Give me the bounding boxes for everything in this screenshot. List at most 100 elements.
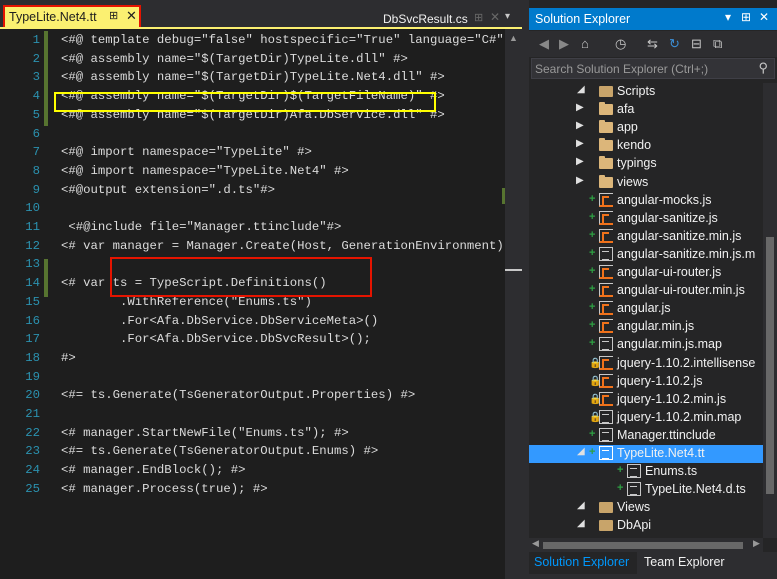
code-text[interactable]: <# var manager = Manager.Create(Host, Ge… <box>61 237 533 256</box>
code-text[interactable]: <#= ts.Generate(TsGeneratorOutput.Enums)… <box>61 442 378 461</box>
code-line[interactable]: 18 #> <box>0 349 505 368</box>
close-icon[interactable]: ✕ <box>490 10 500 24</box>
code-text[interactable]: <#@ import namespace="TypeLite.Net4" #> <box>61 162 349 181</box>
tree-item[interactable]: + angular-mocks.js <box>529 192 763 210</box>
code-line[interactable]: 16 .For<Afa.DbService.DbServiceMeta>() <box>0 312 505 331</box>
code-text[interactable]: <# manager.Process(true); #> <box>61 480 268 499</box>
pin-icon[interactable]: ⊞ <box>474 11 483 24</box>
scroll-thumb[interactable] <box>543 542 743 549</box>
code-line[interactable]: 11 <#@include file="Manager.ttinclude"#> <box>0 218 505 237</box>
code-text[interactable]: <#@ import namespace="TypeLite" #> <box>61 143 312 162</box>
code-line[interactable]: 22 <# manager.StartNewFile("Enums.ts"); #… <box>0 424 505 443</box>
code-line[interactable]: 10 <box>0 199 505 218</box>
tab-solution-explorer[interactable]: Solution Explorer <box>529 552 637 574</box>
expand-icon[interactable]: ▶ <box>576 102 588 113</box>
sync-icon[interactable]: ⇆ <box>647 36 658 52</box>
tree-item[interactable]: + TypeLite.Net4.d.ts <box>529 481 763 499</box>
tree-item[interactable]: + Manager.ttinclude <box>529 427 763 445</box>
scroll-left-icon[interactable]: ◀ <box>532 538 539 549</box>
editor-vertical-scrollbar[interactable]: ▲ <box>505 29 522 579</box>
solution-search-box[interactable]: ⚲ <box>531 58 775 79</box>
back-icon[interactable]: ◀ <box>539 36 549 52</box>
code-text[interactable]: <#@include file="Manager.ttinclude"#> <box>61 218 341 237</box>
tree-item[interactable]: ◢ + TypeLite.Net4.tt <box>529 445 763 463</box>
code-text[interactable]: <#= ts.Generate(TsGeneratorOutput.Proper… <box>61 386 415 405</box>
code-line[interactable]: 21 <box>0 405 505 424</box>
tree-item[interactable]: + angular-ui-router.js <box>529 264 763 282</box>
tree-item[interactable]: + angular-sanitize.js <box>529 210 763 228</box>
tab-team-explorer[interactable]: Team Explorer <box>639 552 730 574</box>
expand-icon[interactable]: ▶ <box>576 120 588 131</box>
tree-item[interactable]: ◢ DbApi <box>529 517 763 535</box>
expand-icon[interactable]: ▶ <box>576 175 588 186</box>
code-line[interactable]: 25 <# manager.Process(true); #> <box>0 480 505 499</box>
home-icon[interactable]: ⌂ <box>581 36 589 51</box>
code-text[interactable]: <# manager.EndBlock(); #> <box>61 461 245 480</box>
code-text[interactable]: <# manager.StartNewFile("Enums.ts"); #> <box>61 424 349 443</box>
tree-item[interactable]: + angular-sanitize.min.js.m <box>529 246 763 264</box>
code-line[interactable]: 17 .For<Afa.DbService.DbSvcResult>(); <box>0 330 505 349</box>
code-line[interactable]: 12 <# var manager = Manager.Create(Host, … <box>0 237 533 256</box>
tree-vertical-scrollbar[interactable] <box>763 83 777 538</box>
collapse-icon[interactable]: ◢ <box>577 84 589 95</box>
code-line[interactable]: 23 <#= ts.Generate(TsGeneratorOutput.Enum… <box>0 442 505 461</box>
scroll-right-icon[interactable]: ▶ <box>753 538 760 549</box>
code-text[interactable]: #> <box>61 349 76 368</box>
code-line[interactable]: 6 <box>0 125 505 144</box>
code-text[interactable]: <#@output extension=".d.ts"#> <box>61 181 275 200</box>
pane-splitter[interactable] <box>522 0 529 579</box>
expand-icon[interactable]: ▶ <box>576 138 588 149</box>
code-line[interactable]: 19 <box>0 368 505 387</box>
search-input[interactable] <box>535 62 735 76</box>
expand-icon[interactable]: ▶ <box>576 156 588 167</box>
code-line[interactable]: 9 <#@output extension=".d.ts"#> <box>0 181 505 200</box>
search-icon[interactable]: ⚲ <box>758 60 768 76</box>
tree-item[interactable]: + angular-ui-router.min.js <box>529 282 763 300</box>
tree-item[interactable]: ▶ kendo <box>529 137 763 155</box>
refresh-icon[interactable]: ↻ <box>669 36 680 52</box>
tree-horizontal-scrollbar[interactable]: ◀ ▶ <box>529 538 763 552</box>
tree-item[interactable]: + angular.min.js <box>529 318 763 336</box>
close-icon[interactable]: ✕ <box>759 10 769 24</box>
code-line[interactable]: 8 <#@ import namespace="TypeLite.Net4" #> <box>0 162 505 181</box>
code-text[interactable]: <#@ template debug="false" hostspecific=… <box>61 31 526 50</box>
pin-icon[interactable]: ⊞ <box>109 9 118 22</box>
code-line[interactable]: 24 <# manager.EndBlock(); #> <box>0 461 505 480</box>
code-text[interactable]: <#@ assembly name="$(TargetDir)TypeLite.… <box>61 68 445 87</box>
tree-item[interactable]: ▶ views <box>529 174 763 192</box>
collapse-icon[interactable]: ◢ <box>577 500 589 511</box>
code-line[interactable]: 3 <#@ assembly name="$(TargetDir)TypeLite… <box>0 68 505 87</box>
dropdown-icon[interactable]: ▾ <box>725 10 731 24</box>
tree-item[interactable]: ▶ afa <box>529 101 763 119</box>
collapse-all-icon[interactable]: ⊟ <box>691 36 702 52</box>
collapse-icon[interactable]: ◢ <box>577 518 589 529</box>
code-text[interactable]: .For<Afa.DbService.DbServiceMeta>() <box>61 312 378 331</box>
code-text[interactable]: <#@ assembly name="$(TargetDir)TypeLite.… <box>61 50 408 69</box>
scroll-thumb[interactable] <box>766 237 774 494</box>
tree-item[interactable]: ▶ typings <box>529 155 763 173</box>
show-all-files-icon[interactable]: ⧉ <box>713 36 722 52</box>
pin-icon[interactable]: ⊞ <box>741 10 751 24</box>
scroll-thumb[interactable] <box>505 269 522 271</box>
tree-item[interactable]: 🔒 jquery-1.10.2.min.map <box>529 409 763 427</box>
tree-item[interactable]: + angular.js <box>529 300 763 318</box>
history-icon[interactable]: ◷ <box>615 36 626 52</box>
code-line[interactable]: 7 <#@ import namespace="TypeLite" #> <box>0 143 505 162</box>
tree-item[interactable]: + angular-sanitize.min.js <box>529 228 763 246</box>
code-line[interactable]: 2 <#@ assembly name="$(TargetDir)TypeLite… <box>0 50 505 69</box>
tree-item[interactable]: 🔒 jquery-1.10.2.min.js <box>529 391 763 409</box>
tab-dbsvcresult-cs[interactable]: DbSvcResult.cs <box>383 12 468 26</box>
tree-item[interactable]: ◢ Views <box>529 499 763 517</box>
collapse-icon[interactable]: ◢ <box>577 446 589 457</box>
tab-dropdown-icon[interactable]: ▾ <box>505 11 510 22</box>
code-line[interactable]: 1 <#@ template debug="false" hostspecific… <box>0 31 526 50</box>
close-icon[interactable]: ✕ <box>126 8 137 24</box>
scroll-up-icon[interactable]: ▲ <box>509 33 518 43</box>
code-line[interactable]: 20 <#= ts.Generate(TsGeneratorOutput.Prop… <box>0 386 505 405</box>
solution-tree[interactable]: ◢ Scripts ▶ afa ▶ app ▶ kendo ▶ typings ▶ views + ang… <box>529 83 763 538</box>
code-text[interactable]: .For<Afa.DbService.DbSvcResult>(); <box>61 330 371 349</box>
tree-item[interactable]: + angular.min.js.map <box>529 336 763 354</box>
tab-typelite-net4-tt[interactable]: TypeLite.Net4.tt ⊞ ✕ <box>3 5 141 28</box>
tree-item[interactable]: ◢ Scripts <box>529 83 763 101</box>
tree-item[interactable]: 🔒 jquery-1.10.2.js <box>529 373 763 391</box>
